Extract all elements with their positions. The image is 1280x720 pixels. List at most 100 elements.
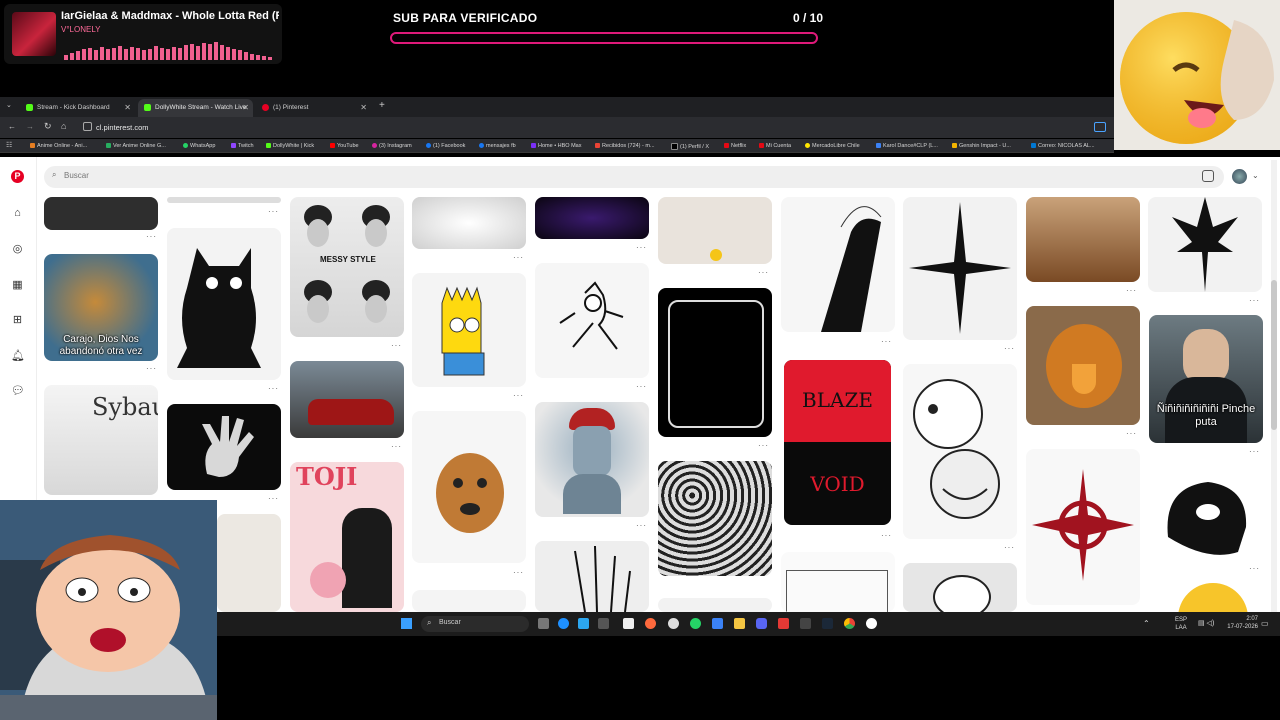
more-icon[interactable]: ··· xyxy=(881,337,892,346)
bookmark-item[interactable]: Netflix xyxy=(724,143,746,149)
pin-card[interactable] xyxy=(167,228,281,380)
chrome-alt-icon[interactable] xyxy=(866,618,877,629)
pin-card[interactable] xyxy=(535,263,649,378)
more-icon[interactable]: ··· xyxy=(1126,429,1137,438)
store-icon[interactable] xyxy=(578,618,589,629)
bookmark-item[interactable]: (1) Perfil / X xyxy=(671,143,709,150)
pin-card[interactable]: BLAZE VOID xyxy=(784,360,891,525)
capcut-icon[interactable] xyxy=(800,618,811,629)
bookmark-item[interactable]: (1) Facebook xyxy=(426,143,465,149)
pin-card[interactable]: Sybau xyxy=(44,385,158,495)
url-field[interactable]: cl.pinterest.com xyxy=(96,123,149,132)
close-icon[interactable]: ✕ xyxy=(360,99,367,117)
forward-icon[interactable]: → xyxy=(26,122,34,131)
bookmark-item[interactable]: WhatsApp xyxy=(183,143,215,149)
bookmark-item[interactable]: Recibidos (724) - m... xyxy=(595,143,655,149)
task-view-icon[interactable] xyxy=(538,618,549,629)
pin-card[interactable] xyxy=(167,404,281,490)
back-icon[interactable]: ← xyxy=(8,122,16,131)
pin-card[interactable]: MESSY STYLE xyxy=(290,197,404,337)
pin-card[interactable] xyxy=(903,364,1017,539)
pin-card[interactable] xyxy=(781,552,895,612)
bookmark-item[interactable]: Karol Dance#CLP (L... xyxy=(876,143,938,149)
messages-icon[interactable]: 💬︎ xyxy=(11,385,25,398)
pin-card[interactable] xyxy=(535,541,649,612)
pin-card[interactable] xyxy=(535,197,649,239)
more-icon[interactable]: ··· xyxy=(1004,344,1015,353)
pin-card[interactable] xyxy=(1148,581,1262,612)
bookmark-item[interactable]: Mi Cuenta xyxy=(759,143,791,149)
pin-card[interactable] xyxy=(903,197,1017,340)
taskbar-search-input[interactable]: Buscar xyxy=(439,619,461,626)
apps-grid-icon[interactable]: ☷ xyxy=(6,141,12,149)
bookmark-item[interactable]: Home • HBO Max xyxy=(531,143,582,149)
pin-card[interactable] xyxy=(1026,197,1140,282)
screen-share-icon[interactable] xyxy=(1094,122,1106,132)
more-icon[interactable]: ··· xyxy=(636,382,647,391)
more-icon[interactable]: ··· xyxy=(758,441,769,450)
tray-chevron-icon[interactable]: ⌃ xyxy=(1143,619,1150,628)
page-scrollbar[interactable] xyxy=(1271,160,1277,612)
app-icon[interactable] xyxy=(712,618,723,629)
pin-card[interactable] xyxy=(412,590,526,612)
pin-card[interactable] xyxy=(412,273,526,387)
explore-icon[interactable]: ◎ xyxy=(11,243,24,256)
bookmark-item[interactable]: Twitch xyxy=(231,143,254,149)
pinterest-logo-icon[interactable]: P xyxy=(11,170,24,183)
file-explorer-icon[interactable] xyxy=(734,618,745,629)
pin-card[interactable]: Carajo, Dios Nos abandonó otra vez xyxy=(44,254,158,361)
pin-card[interactable] xyxy=(44,197,158,230)
pin-card[interactable] xyxy=(903,563,1017,612)
search-input[interactable]: Buscar xyxy=(64,171,89,180)
more-icon[interactable]: ··· xyxy=(146,232,157,241)
more-icon[interactable]: ··· xyxy=(1249,564,1260,573)
tab-kick-dashboard[interactable]: Stream - Kick Dashboard ✕ xyxy=(20,99,135,117)
notepad-icon[interactable] xyxy=(623,618,634,629)
bookmark-item[interactable]: (3) Instagram xyxy=(372,143,412,149)
pin-card[interactable] xyxy=(535,402,649,517)
pin-card[interactable]: TOJI xyxy=(290,462,404,612)
network-volume-icon[interactable]: ▤ ◁) xyxy=(1198,619,1214,627)
discord-icon[interactable] xyxy=(756,618,767,629)
create-icon[interactable]: ⊞ xyxy=(11,314,24,327)
more-icon[interactable]: ··· xyxy=(1004,543,1015,552)
chrome-icon[interactable] xyxy=(844,618,855,629)
bookmark-item[interactable]: MercadoLibre Chile xyxy=(805,143,860,149)
notifications-icon[interactable]: 🔔︎ xyxy=(11,350,25,363)
pin-card[interactable] xyxy=(217,514,281,612)
pin-card[interactable] xyxy=(1026,306,1140,425)
search-bar[interactable]: ⌕ Buscar xyxy=(44,166,1224,188)
more-icon[interactable]: ··· xyxy=(1249,447,1260,456)
new-tab-icon[interactable]: + xyxy=(379,100,385,111)
tab-dollywhite-stream[interactable]: DollyWhite Stream - Watch Live ✕ xyxy=(138,99,253,117)
close-icon[interactable]: ✕ xyxy=(124,99,131,117)
steam-icon[interactable] xyxy=(822,618,833,629)
windows-start-icon[interactable] xyxy=(401,618,412,629)
more-icon[interactable]: ··· xyxy=(391,341,402,350)
more-icon[interactable]: ··· xyxy=(513,391,524,400)
language-indicator[interactable]: ESP LAA xyxy=(1175,616,1187,632)
more-icon[interactable]: ··· xyxy=(636,243,647,252)
obs-icon[interactable] xyxy=(668,618,679,629)
reload-icon[interactable]: ↻ xyxy=(44,121,52,132)
more-icon[interactable]: ··· xyxy=(513,253,524,262)
tab-pinterest[interactable]: (1) Pinterest ✕ xyxy=(256,99,371,117)
bookmark-item[interactable]: Correo: NICOLAS AL... xyxy=(1031,143,1095,149)
board-icon[interactable]: ▦ xyxy=(11,279,24,292)
bookmark-item[interactable]: Anime Online - Ani... xyxy=(30,143,87,149)
pin-card[interactable] xyxy=(290,361,404,438)
site-info-icon[interactable] xyxy=(83,122,92,131)
home-button-icon[interactable]: ⌂ xyxy=(61,121,66,131)
more-icon[interactable]: ··· xyxy=(268,384,279,393)
bookmark-item[interactable]: DollyWhite | Kick xyxy=(266,143,314,149)
whatsapp-icon[interactable] xyxy=(690,618,701,629)
pin-card[interactable] xyxy=(658,288,772,437)
clock[interactable]: 2:07 17-07-2026 xyxy=(1222,615,1258,631)
visual-search-icon[interactable] xyxy=(1202,170,1214,182)
bookmark-item[interactable]: Ver Anime Online G... xyxy=(106,143,166,149)
app-icon[interactable] xyxy=(778,618,789,629)
home-icon[interactable]: ⌂ xyxy=(11,207,24,220)
pin-card[interactable] xyxy=(412,411,526,563)
app-icon[interactable] xyxy=(598,618,609,629)
more-icon[interactable]: ··· xyxy=(513,568,524,577)
